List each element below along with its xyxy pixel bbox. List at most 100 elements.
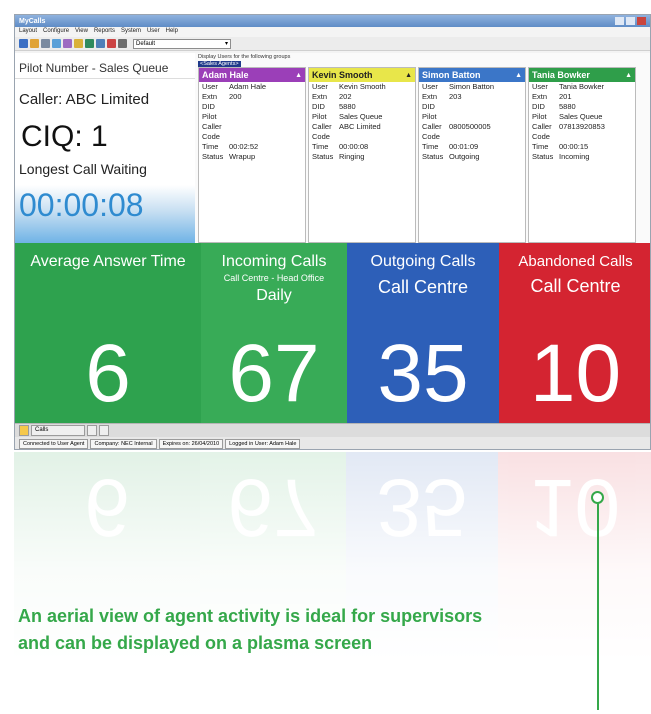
agent-field-row: DID [199,102,305,112]
menu-configure[interactable]: Configure [43,28,69,36]
collapse-arrow-icon[interactable]: ▲ [405,72,412,79]
agent-field-label: Caller [422,122,442,131]
tile-subtitle: Call Centre [377,277,469,297]
phone-icon[interactable] [107,39,116,48]
caption-text: An aerial view of agent activity is idea… [18,606,483,653]
calls-in-queue: CIQ: 1 [15,117,195,157]
agent-field-label: Pilot [202,112,217,121]
pilot-title: Pilot Number - Sales Queue [15,53,195,79]
agent-field-label: Time [532,142,549,151]
agent-card-tania-bowker[interactable]: Tania Bowker ▲ User Tania Bowker Extn 201 DID 5… [528,67,636,243]
agent-field-row: Status Incoming [529,152,635,162]
agent-field-row: Caller 07813920853 [529,122,635,132]
menu-reports[interactable]: Reports [94,28,115,36]
agent-field-row: Pilot [199,112,305,122]
agent-card-adam-hale[interactable]: Adam Hale ▲ User Adam Hale Extn 200 DID Pilot Ca… [198,67,306,243]
pilot-caller: Caller: ABC Limited [15,79,195,117]
agent-field-value: Kevin Smooth [339,82,386,91]
reflection-fade [0,452,651,714]
display-users-label: Display Users for the following groups [198,54,291,60]
agent-field-row: Code [529,132,635,142]
menu-help[interactable]: Help [166,28,178,36]
agent-field-label: User [532,82,548,91]
agent-field-label: Caller [202,122,222,131]
agent-field-value: 5880 [339,102,356,111]
tile-title: Incoming Calls [221,253,327,270]
alert-icon[interactable] [74,39,83,48]
close-button[interactable] [637,17,646,25]
agent-field-label: Time [202,142,219,151]
menu-view[interactable]: View [75,28,88,36]
agent-field-row: DID 5880 [309,102,415,112]
agent-card-kevin-smooth[interactable]: Kevin Smooth ▲ User Kevin Smooth Extn 202 DID 5… [308,67,416,243]
agent-field-value: 200 [229,92,242,101]
save-icon[interactable] [19,39,28,48]
collapse-arrow-icon[interactable]: ▲ [295,72,302,79]
collapse-arrow-icon[interactable]: ▲ [515,72,522,79]
agent-field-label: Pilot [422,112,437,121]
users-icon[interactable] [52,39,61,48]
agent-field-row: Extn 203 [419,92,525,102]
tile-abandoned-calls: Abandoned Calls Call Centre 10 [499,243,650,423]
taskbar-tab-calls[interactable]: Calls [31,425,85,436]
open-folder-icon[interactable] [30,39,39,48]
agent-field-row: Caller ABC Limited [309,122,415,132]
maximize-button[interactable] [626,17,635,25]
agent-field-value: Tania Bowker [559,82,605,91]
agent-card-simon-batton[interactable]: Simon Batton ▲ User Simon Batton Extn 203 DID P… [418,67,526,243]
collapse-arrow-icon[interactable]: ▲ [625,72,632,79]
taskbar-icon[interactable] [87,425,97,436]
layout-select[interactable]: Default [133,38,231,49]
settings-icon[interactable] [63,39,72,48]
agent-card-header: Tania Bowker ▲ [529,68,635,82]
layout-icon[interactable] [96,39,105,48]
tile-average-answer-time: Average Answer Time 6 [15,243,201,423]
agent-field-row: Extn 201 [529,92,635,102]
taskbar-icon[interactable] [99,425,109,436]
stats-tiles: Average Answer Time 6 Incoming Calls Cal… [15,243,650,423]
tile-subtitle: Call Centre [530,276,621,296]
agent-field-row: Time 00:02:52 [199,142,305,152]
agent-field-row: Status Outgoing [419,152,525,162]
minimize-button[interactable] [615,17,624,25]
agent-field-value: Sales Queue [559,112,603,121]
agent-field-label: Status [532,152,554,161]
status-expiry: Expires on: 26/04/2010 [158,439,224,449]
print-icon[interactable] [41,39,50,48]
agent-field-row: User Adam Hale [199,82,305,92]
taskbar: Calls [15,423,650,437]
agent-field-row: DID [419,102,525,112]
agent-field-row: Extn 202 [309,92,415,102]
agent-field-label: User [202,82,218,91]
menu-layout[interactable]: Layout [19,28,37,36]
agent-field-label: Extn [422,92,438,101]
agent-field-label: Extn [532,92,548,101]
agent-card-header: Adam Hale ▲ [199,68,305,82]
agent-name: Simon Batton [422,70,481,80]
agent-field-value: Outgoing [449,152,480,161]
agent-field-label: Pilot [532,112,547,121]
report-icon[interactable] [85,39,94,48]
agent-field-label: Status [312,152,334,161]
menu-user[interactable]: User [147,28,160,36]
application-window: MyCalls Layout Configure View Reports Sy… [14,14,651,450]
agent-field-value: Adam Hale [229,82,267,91]
agent-field-row: Status Ringing [309,152,415,162]
top-section: Pilot Number - Sales Queue Caller: ABC L… [15,53,650,243]
agent-field-label: Caller [532,122,552,131]
start-icon[interactable] [19,425,29,436]
agent-field-value: Incoming [559,152,590,161]
longest-call-label: Longest Call Waiting [15,157,195,185]
menu-system[interactable]: System [121,28,141,36]
agent-field-value: Wrapup [229,152,256,161]
agent-field-row: Pilot [419,112,525,122]
agent-field-value: 07813920853 [559,122,605,131]
tile-title: Outgoing Calls [370,253,476,270]
status-company: Company: NEC Internal [90,439,157,449]
help-icon[interactable] [118,39,127,48]
agent-field-label: Code [312,132,330,141]
agent-name: Kevin Smooth [312,70,373,80]
pilot-panel: Pilot Number - Sales Queue Caller: ABC L… [15,53,195,243]
tile-title: Abandoned Calls [518,253,633,270]
agent-field-row: Status Wrapup [199,152,305,162]
